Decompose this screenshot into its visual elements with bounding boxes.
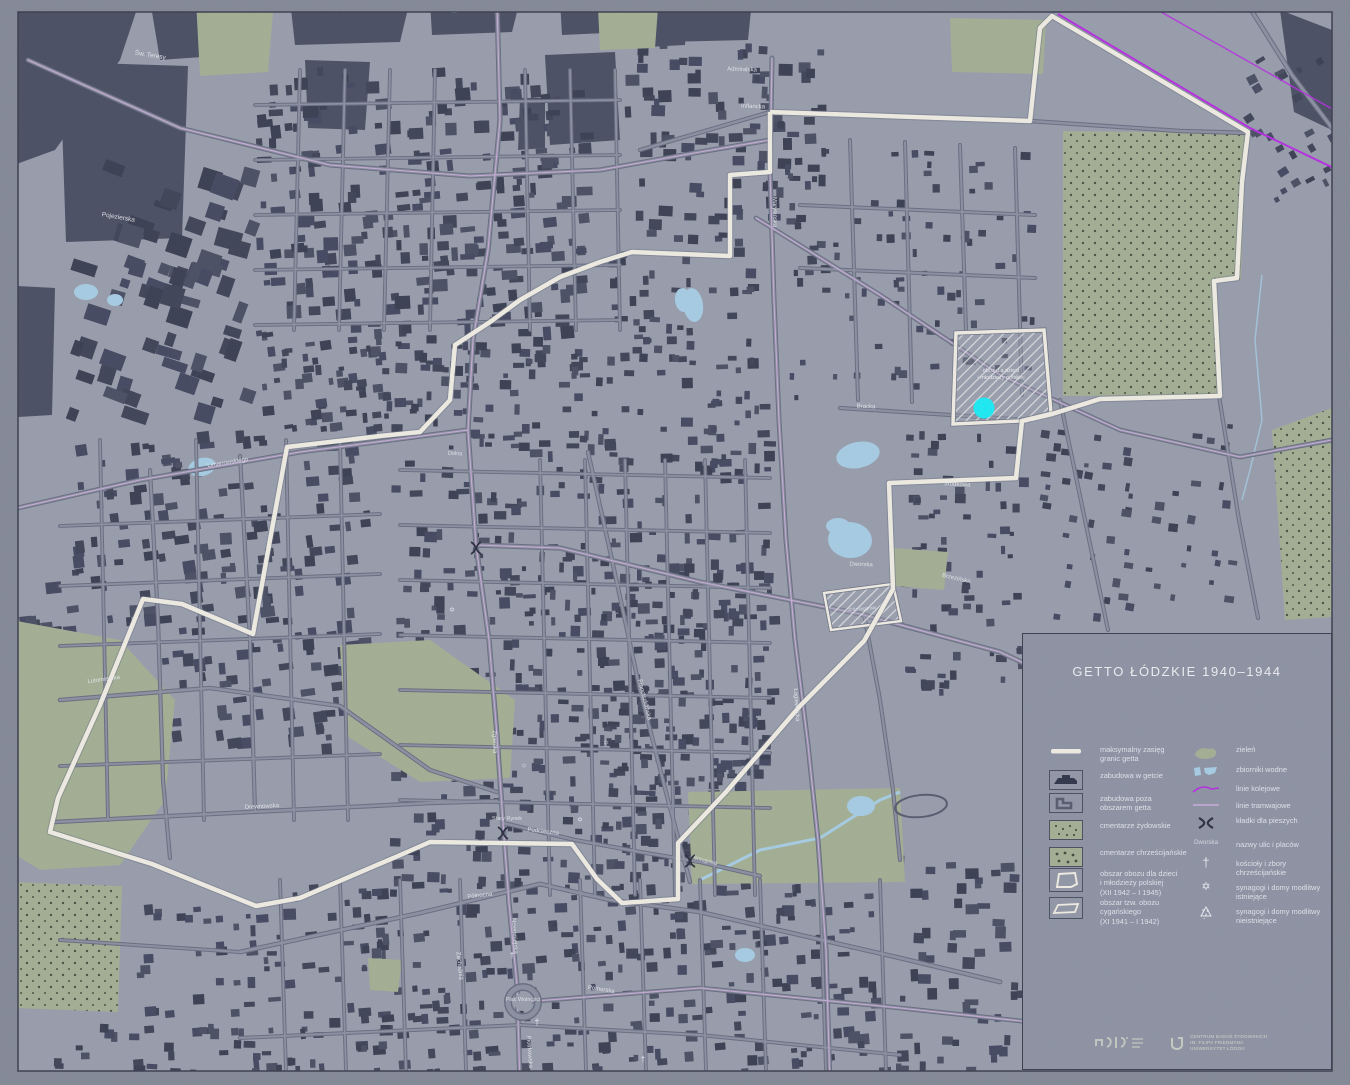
tram-line-icon [1191, 800, 1221, 810]
location-marker [974, 398, 995, 419]
credits: CENTRUM BADAŃ ŻYDOWSKICH IM. FILIPA FRIE… [1093, 1032, 1267, 1054]
christian-cemetery-swatch-icon [1049, 847, 1083, 867]
legend-label: linie kolejowe [1236, 783, 1280, 793]
legend-row: † kościoły i zbory chrześcijańskie [1191, 858, 1286, 878]
legend-label: synagogi i domy modlitwy nieistniejące [1236, 906, 1320, 926]
partner-logo [1093, 1032, 1145, 1054]
partner-logo-mark [1093, 1032, 1145, 1054]
legend-label: zabudowa poza obszarem getta [1100, 793, 1152, 813]
street-label: Stary Rynek [492, 816, 522, 822]
synagogue-existing-icon: ✡ [1191, 882, 1221, 892]
buildings-outside-ghetto-swatch-icon [1049, 793, 1083, 813]
legend-label: linie tramwajowe [1236, 800, 1291, 810]
synagogue-existing-icon: ✡ [577, 816, 583, 824]
legend-label: kładki dla pieszych [1236, 815, 1298, 825]
legend-row: synagogi i domy modlitwy nieistniejące [1191, 906, 1320, 926]
ghetto-boundary-swatch-icon [1049, 744, 1083, 758]
jewish-cemetery-swatch-icon [1049, 820, 1083, 840]
legend-row: linie kolejowe [1191, 783, 1280, 795]
street-label: Dworska [849, 562, 873, 569]
water-swatch-icon [1191, 764, 1221, 778]
legend-label: obszar tzw. obozu cygańskiego (XI 1941 –… [1100, 897, 1159, 926]
legend-label: nazwy ulic i placów [1236, 839, 1299, 849]
legend-row: kładki dla pieszych [1191, 815, 1298, 831]
street-name-sample: Dworska [1191, 839, 1221, 846]
street-label: Bracka [857, 404, 877, 411]
synagogue-nonexisting-icon [1191, 906, 1221, 920]
map-title: GETTO ŁÓDZKIE 1940–1944 [1023, 664, 1331, 679]
legend-row: maksymalny zasięg granic getta [1049, 744, 1164, 764]
church-cross-icon: † [1191, 858, 1221, 868]
children-camp-label: i młodzieży polskiej [977, 375, 1024, 381]
legend-label: zbiorniki wodne [1236, 764, 1287, 774]
legend-label: cmentarze chrześcijańskie [1100, 847, 1187, 857]
street-label: Zgierska [491, 730, 498, 754]
legend-row: zabudowa poza obszarem getta [1049, 793, 1152, 813]
street-label: Plac Wolności [506, 997, 540, 1003]
church-cross-icon: † [641, 1055, 645, 1064]
gypsy-camp-swatch-icon [1049, 897, 1083, 919]
street-label: Inflancka [741, 104, 766, 111]
legend-label: cmentarze żydowskie [1100, 820, 1171, 830]
legend-row: ✡ synagogi i domy modlitwy istniejące [1191, 882, 1320, 902]
legend-row: zieleń [1191, 744, 1255, 762]
credits-text: CENTRUM BADAŃ ŻYDOWSKICH IM. FILIPA FRIE… [1190, 1034, 1267, 1052]
railway-line-icon [1191, 783, 1221, 795]
legend-row: obszar obozu dla dzieci i młodzieży pols… [1049, 868, 1177, 897]
street-label: Marysińska [771, 197, 777, 228]
legend-label: zieleń [1236, 744, 1255, 754]
street-label: Admiralska [727, 66, 758, 73]
legend-row: obszar tzw. obozu cygańskiego (XI 1941 –… [1049, 897, 1159, 926]
church-cross-icon: † [534, 1017, 539, 1027]
legend-label: synagogi i domy modlitwy istniejące [1236, 882, 1320, 902]
street-label: Dolna [448, 451, 464, 458]
buildings-in-ghetto-swatch-icon [1049, 770, 1083, 790]
legend-row: zabudowa w getcie [1049, 770, 1163, 790]
university-logo: CENTRUM BADAŃ ŻYDOWSKICH IM. FILIPA FRIE… [1169, 1034, 1267, 1052]
legend-row: Dworska nazwy ulic i placów [1191, 839, 1299, 849]
legend-label: zabudowa w getcie [1100, 770, 1163, 780]
green-area-swatch-icon [1191, 744, 1221, 762]
legend-row: cmentarze chrześcijańskie [1049, 847, 1187, 867]
legend-panel: GETTO ŁÓDZKIE 1940–1944 maksymalny zasię… [1022, 633, 1332, 1070]
children-camp-label: obóz dla dzieci [983, 368, 1019, 374]
legend-label: maksymalny zasięg granic getta [1100, 744, 1164, 764]
synagogue-nonexisting-icon: ✡ [521, 762, 527, 770]
map-screenshot: †††✡✡✡✡Św. TeresyPojezierskaAdmiralskaIn… [0, 0, 1350, 1085]
footbridge-icon [1191, 815, 1221, 831]
legend-row: cmentarze żydowskie [1049, 820, 1171, 840]
university-logo-mark [1169, 1035, 1185, 1051]
synagogue-existing-icon: ✡ [449, 606, 455, 614]
legend-label: kościoły i zbory chrześcijańskie [1236, 858, 1286, 878]
synagogue-nonexisting-icon: ✡ [603, 739, 609, 747]
legend-row: zbiorniki wodne [1191, 764, 1287, 778]
legend-label: obszar obozu dla dzieci i młodzieży pols… [1100, 868, 1177, 897]
children-camp-swatch-icon [1049, 868, 1083, 892]
legend-row: linie tramwajowe [1191, 800, 1291, 810]
